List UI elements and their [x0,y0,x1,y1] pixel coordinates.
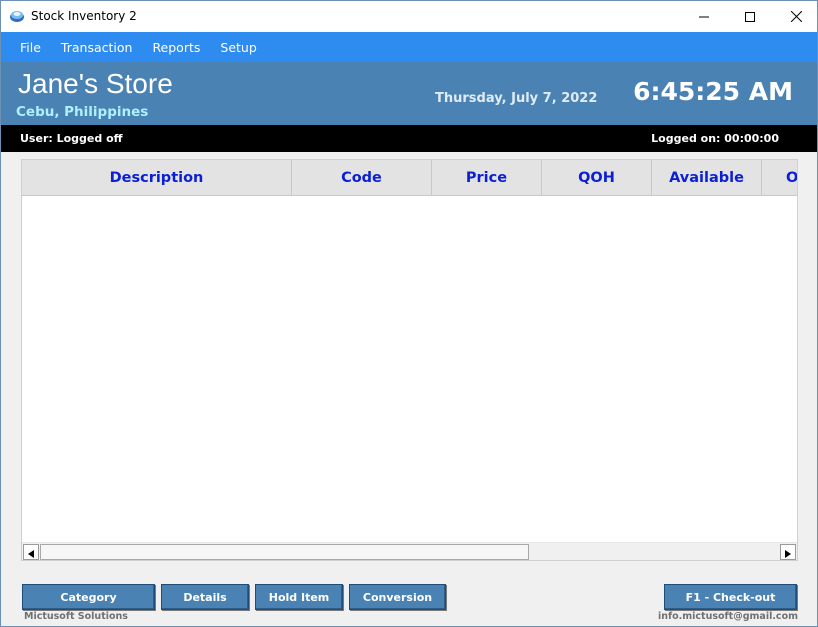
arrow-left-icon [28,543,34,561]
contact-email: info.mictusoft@gmail.com [657,611,798,622]
conversion-button[interactable]: Conversion [349,584,446,610]
app-window: Stock Inventory 2 File Transaction Repor… [0,0,818,627]
menu-setup[interactable]: Setup [210,40,266,55]
column-header-qoh[interactable]: QOH [542,160,652,196]
column-header-description[interactable]: Description [22,160,292,196]
minimize-button[interactable] [681,1,727,32]
hold-item-button[interactable]: Hold Item [255,584,343,610]
maximize-button[interactable] [727,1,773,32]
arrow-right-icon [785,543,791,561]
title-bar: Stock Inventory 2 [1,1,817,32]
menu-reports[interactable]: Reports [142,40,210,55]
minimize-icon [699,7,709,26]
scroll-left-button[interactable] [23,544,39,560]
current-date: Thursday, July 7, 2022 [435,91,598,106]
column-header-code[interactable]: Code [292,160,432,196]
checkout-button[interactable]: F1 - Check-out [664,584,797,610]
inventory-grid[interactable]: Description Code Price QOH Available O [21,159,798,561]
maximize-icon [745,7,755,26]
window-title: Stock Inventory 2 [31,9,137,23]
store-header: Jane's Store Cebu, Philippines Thursday,… [1,62,817,125]
grid-header: Description Code Price QOH Available O [22,160,797,196]
app-icon [9,8,25,24]
column-header-partial[interactable]: O [762,160,797,196]
scroll-thumb[interactable] [40,544,529,560]
user-status-bar: User: Logged off Logged on: 00:00:00 [1,125,817,152]
logged-on-time: Logged on: 00:00:00 [651,132,779,145]
current-time: 6:45:25 AM [633,77,793,106]
menu-file[interactable]: File [10,40,51,55]
store-location: Cebu, Philippines [16,104,149,120]
details-button[interactable]: Details [161,584,249,610]
category-button[interactable]: Category [22,584,155,610]
horizontal-scrollbar[interactable] [22,542,797,560]
scroll-right-button[interactable] [780,544,796,560]
menu-bar: File Transaction Reports Setup [1,32,817,62]
store-name: Jane's Store [18,68,173,99]
close-icon [790,7,802,26]
company-name: Mictusoft Solutions [24,611,128,622]
menu-transaction[interactable]: Transaction [51,40,143,55]
column-header-price[interactable]: Price [432,160,542,196]
user-status: User: Logged off [20,132,123,145]
column-header-available[interactable]: Available [652,160,762,196]
close-button[interactable] [773,1,817,32]
